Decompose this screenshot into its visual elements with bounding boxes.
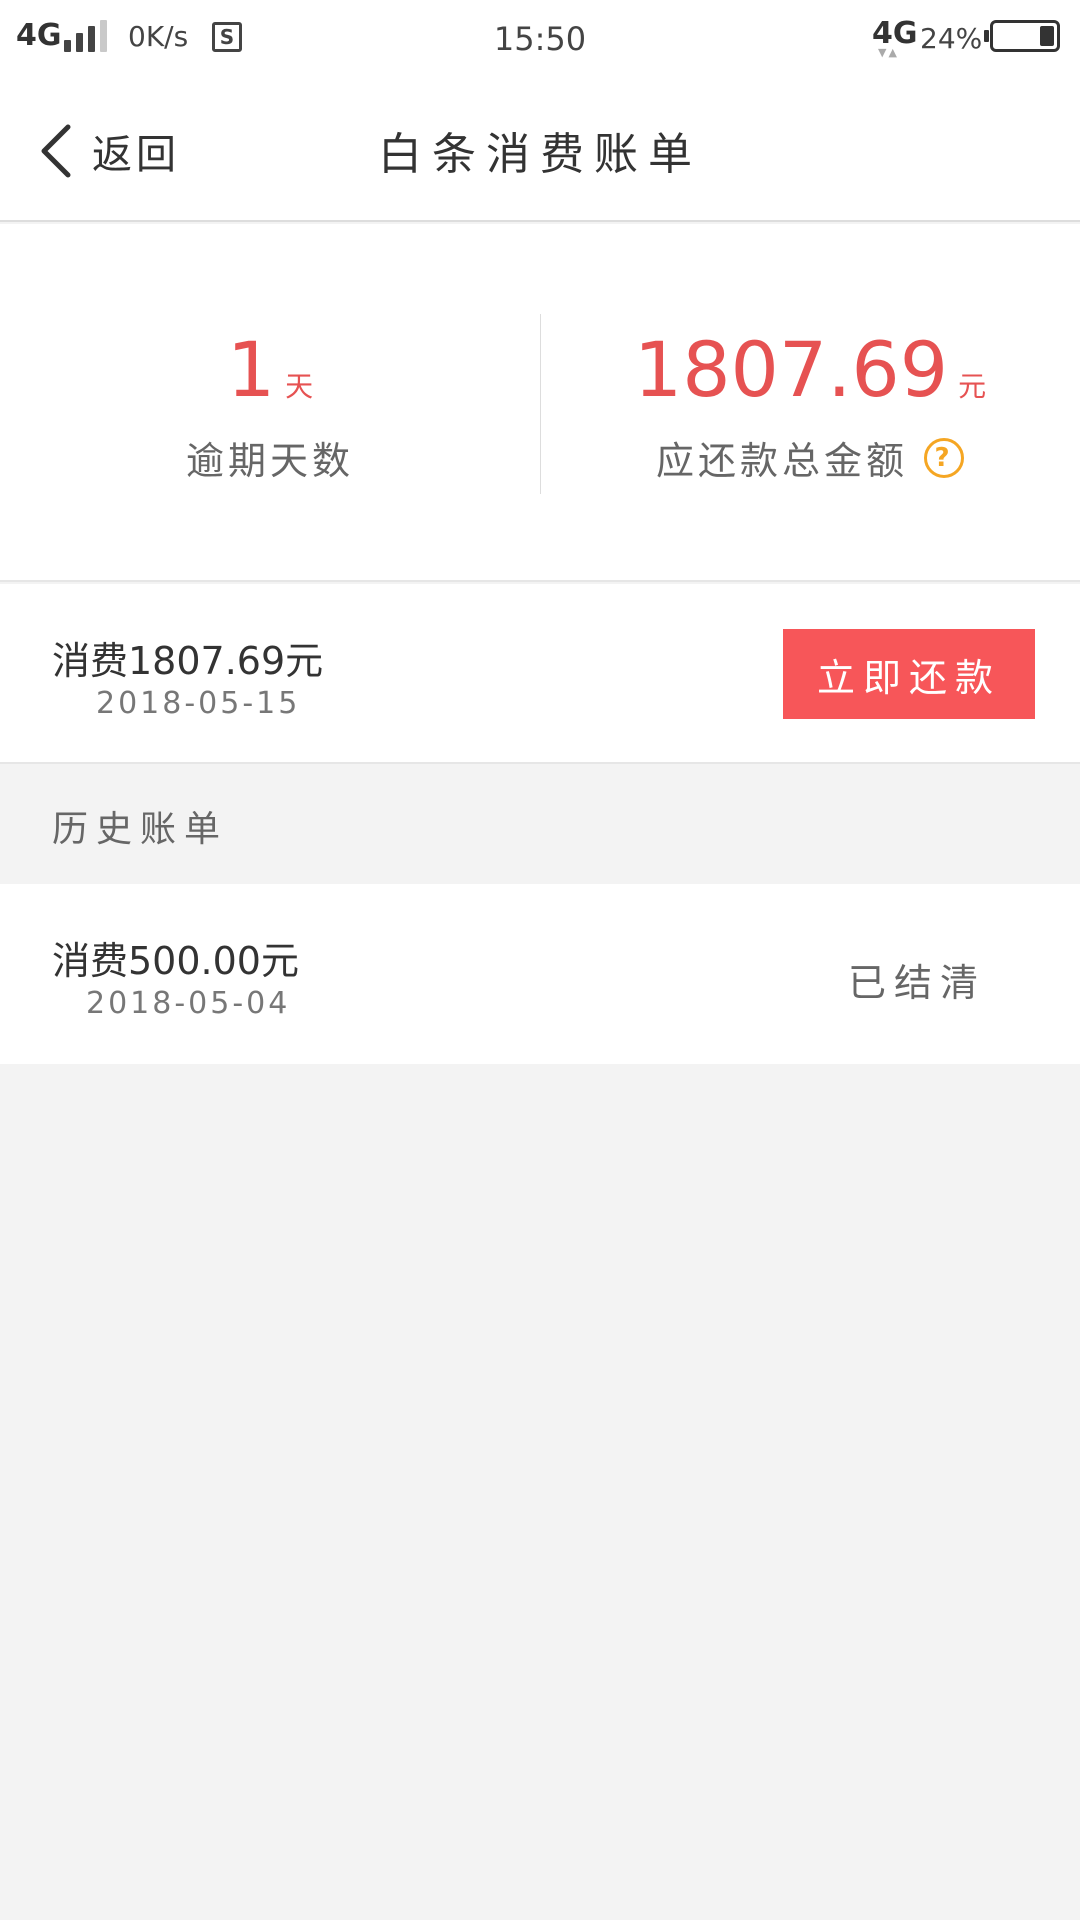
overdue-days-unit: 天 (285, 370, 314, 403)
total-amount-label-text: 应还款总金额 (655, 439, 908, 483)
current-bill-amount: 消费1807.69元 (52, 639, 324, 683)
overdue-days-label-text: 逾期天数 (185, 439, 354, 483)
total-amount-number: 1807.69 (633, 325, 949, 414)
data-arrows-icon: ▼▲ (878, 46, 899, 59)
total-amount-label: 应还款总金额 ? (540, 430, 1080, 485)
total-amount-block: 1807.69 元 应还款总金额 ? (540, 332, 1080, 485)
overdue-days-value: 1天 (0, 332, 540, 408)
page-title: 白条消费账单 (378, 129, 702, 180)
battery-nub (984, 30, 989, 42)
history-heading: 历史账单 (52, 809, 229, 850)
current-bill-date: 2018-05-15 (96, 686, 301, 721)
repay-now-button[interactable]: 立即还款 (783, 629, 1035, 719)
history-bill-row[interactable]: 消费500.00元 2018-05-04 已结清 (0, 884, 1080, 1064)
history-bill-date: 2018-05-04 (86, 986, 291, 1021)
overdue-days-block: 1天 逾期天数 (0, 332, 540, 485)
help-icon[interactable]: ? (924, 437, 964, 478)
total-amount-value: 1807.69 元 (540, 332, 1080, 408)
battery-percent: 24% (920, 22, 983, 55)
top-nav: 返回 白条消费账单 (0, 76, 1080, 222)
status-time: 15:50 (493, 20, 587, 58)
current-bill-row: 消费1807.69元 2018-05-15 立即还款 (0, 584, 1080, 764)
battery-fill (1040, 26, 1054, 46)
history-bill-amount: 消费500.00元 (52, 939, 299, 983)
bill-summary: 1天 逾期天数 1807.69 元 应还款总金额 ? (0, 224, 1080, 582)
battery-icon (990, 20, 1060, 52)
overdue-days-number: 1 (226, 325, 276, 414)
status-bar: 4G 0K/s S 15:50 4G ▼▲ 24% (0, 0, 1080, 76)
overdue-days-label: 逾期天数 (0, 430, 540, 485)
settled-status: 已结清 (848, 961, 987, 1005)
total-amount-unit: 元 (958, 370, 987, 403)
